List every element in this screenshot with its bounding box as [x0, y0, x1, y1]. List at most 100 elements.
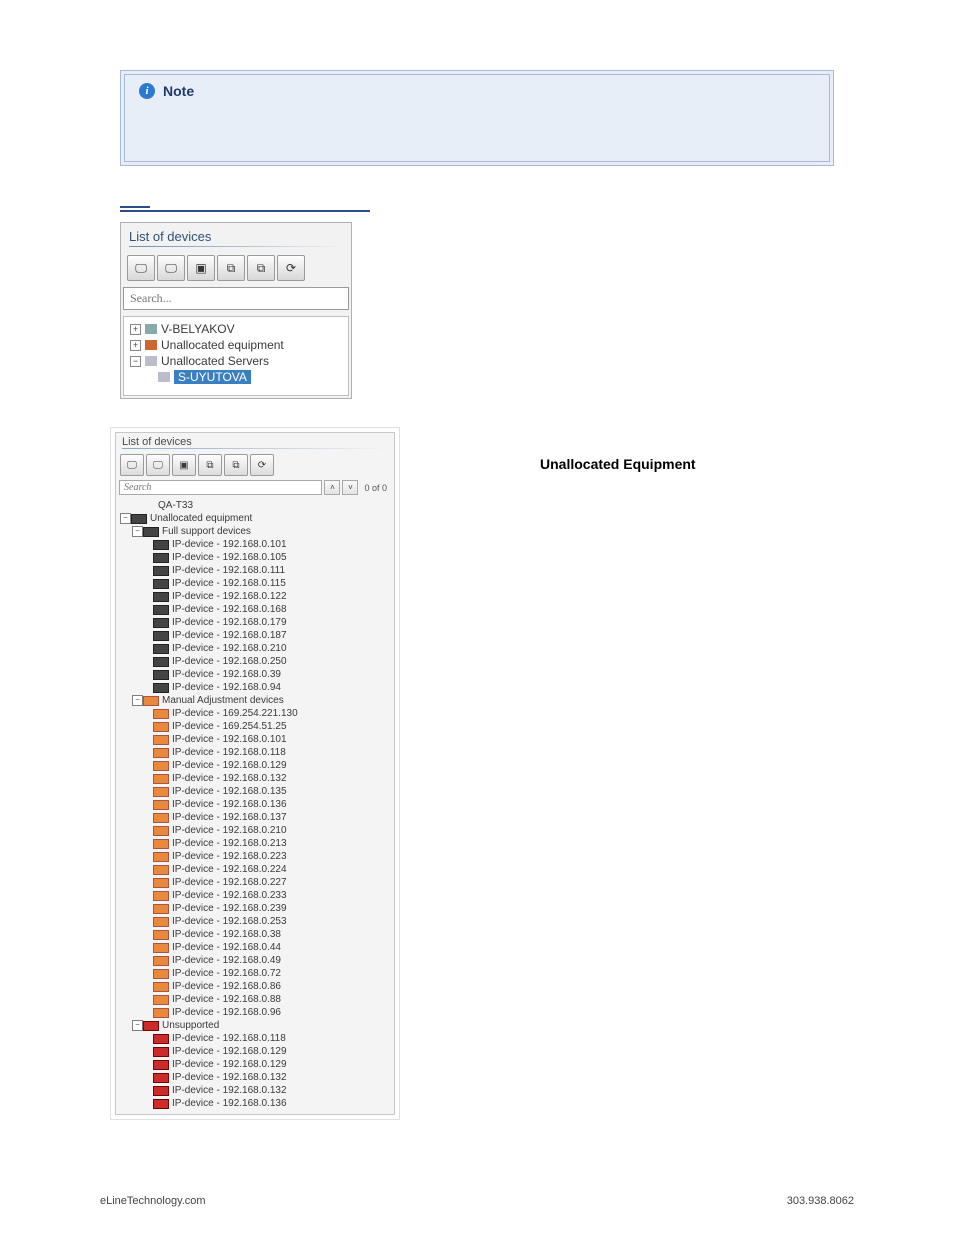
- device-icon: [153, 1086, 169, 1096]
- tree-item[interactable]: Unallocated equipment: [161, 338, 284, 352]
- tree-row[interactable]: IP-device - 192.168.0.129: [120, 1058, 390, 1071]
- tree-item-label: IP-device - 169.254.221.130: [172, 707, 390, 720]
- tree-row[interactable]: QA-T33: [120, 499, 390, 512]
- tree-item-label: IP-device - 192.168.0.136: [172, 798, 390, 811]
- tree-item-label: IP-device - 192.168.0.86: [172, 980, 390, 993]
- toolbar-button[interactable]: 🖵: [146, 454, 170, 476]
- expand-icon[interactable]: −: [132, 1020, 143, 1031]
- tree-row[interactable]: IP-device - 192.168.0.233: [120, 889, 390, 902]
- tree-item-label: IP-device - 192.168.0.213: [172, 837, 390, 850]
- tree-row[interactable]: IP-device - 192.168.0.187: [120, 629, 390, 642]
- toolbar: 🖵 🖵 ▣ ⧉ ⧉ ⟳: [116, 452, 394, 478]
- tree-item-label: IP-device - 192.168.0.88: [172, 993, 390, 1006]
- tree-row[interactable]: IP-device - 192.168.0.129: [120, 759, 390, 772]
- tree-item-label: IP-device - 192.168.0.101: [172, 538, 390, 551]
- device-icon: [143, 696, 159, 706]
- device-icon: [143, 1021, 159, 1031]
- tree-row[interactable]: IP-device - 192.168.0.168: [120, 603, 390, 616]
- device-icon: [153, 592, 169, 602]
- tree-row[interactable]: IP-device - 192.168.0.115: [120, 577, 390, 590]
- device-tree[interactable]: QA-T33−Unallocated equipment−Full suppor…: [116, 497, 394, 1114]
- tree-row[interactable]: −Unallocated equipment: [120, 512, 390, 525]
- toolbar-button[interactable]: ⧉: [224, 454, 248, 476]
- tree-row[interactable]: IP-device - 192.168.0.44: [120, 941, 390, 954]
- toolbar-button-2[interactable]: 🖵: [157, 255, 185, 281]
- tree-item-selected[interactable]: S-UYUTOVA: [174, 370, 251, 384]
- tree-row[interactable]: IP-device - 192.168.0.39: [120, 668, 390, 681]
- search-result-count: 0 of 0: [360, 480, 391, 495]
- tree-row[interactable]: IP-device - 192.168.0.94: [120, 681, 390, 694]
- toolbar-button-1[interactable]: 🖵: [127, 255, 155, 281]
- devices-panel-2: List of devices 🖵 🖵 ▣ ⧉ ⧉ ⟳ ˄ ˅ 0 of 0 Q…: [115, 432, 395, 1115]
- tree-row[interactable]: IP-device - 192.168.0.49: [120, 954, 390, 967]
- tree-row[interactable]: IP-device - 192.168.0.101: [120, 733, 390, 746]
- device-icon: [153, 956, 169, 966]
- tree-row[interactable]: IP-device - 192.168.0.250: [120, 655, 390, 668]
- tree-row[interactable]: IP-device - 192.168.0.213: [120, 837, 390, 850]
- tree-row[interactable]: IP-device - 192.168.0.132: [120, 1084, 390, 1097]
- expand-icon[interactable]: −: [132, 526, 143, 537]
- tree-row[interactable]: IP-device - 192.168.0.179: [120, 616, 390, 629]
- tree-row[interactable]: IP-device - 192.168.0.132: [120, 1071, 390, 1084]
- search-prev-button[interactable]: ˄: [324, 480, 340, 495]
- server-icon: [145, 324, 157, 334]
- tree-row[interactable]: IP-device - 192.168.0.136: [120, 798, 390, 811]
- tree-row[interactable]: −Unsupported: [120, 1019, 390, 1032]
- tree-row[interactable]: IP-device - 192.168.0.105: [120, 551, 390, 564]
- search-input[interactable]: [119, 480, 322, 495]
- tree-row[interactable]: IP-device - 192.168.0.137: [120, 811, 390, 824]
- tree-row[interactable]: IP-device - 192.168.0.122: [120, 590, 390, 603]
- tree-row[interactable]: IP-device - 192.168.0.136: [120, 1097, 390, 1110]
- tree-row[interactable]: IP-device - 192.168.0.129: [120, 1045, 390, 1058]
- toolbar-button[interactable]: ⟳: [250, 454, 274, 476]
- tree-item-label: IP-device - 192.168.0.135: [172, 785, 390, 798]
- toolbar-button-4[interactable]: ⧉: [217, 255, 245, 281]
- tree-item-label: IP-device - 192.168.0.129: [172, 759, 390, 772]
- device-tree[interactable]: +V-BELYAKOV +Unallocated equipment −Unal…: [123, 316, 349, 396]
- expand-icon[interactable]: −: [132, 695, 143, 706]
- tree-row[interactable]: IP-device - 192.168.0.210: [120, 824, 390, 837]
- device-icon: [153, 969, 169, 979]
- tree-row[interactable]: IP-device - 192.168.0.101: [120, 538, 390, 551]
- device-icon: [153, 852, 169, 862]
- toolbar-button[interactable]: ⧉: [198, 454, 222, 476]
- tree-row[interactable]: IP-device - 192.168.0.118: [120, 1032, 390, 1045]
- toolbar-button-6[interactable]: ⟳: [277, 255, 305, 281]
- expand-icon[interactable]: −: [120, 513, 131, 524]
- tree-item-label: IP-device - 192.168.0.105: [172, 551, 390, 564]
- device-icon: [153, 631, 169, 641]
- tree-item-label: IP-device - 192.168.0.72: [172, 967, 390, 980]
- info-icon: i: [139, 83, 155, 99]
- tree-row[interactable]: IP-device - 192.168.0.253: [120, 915, 390, 928]
- tree-row[interactable]: IP-device - 192.168.0.72: [120, 967, 390, 980]
- tree-row[interactable]: IP-device - 169.254.51.25: [120, 720, 390, 733]
- tree-row[interactable]: IP-device - 192.168.0.118: [120, 746, 390, 759]
- search-input[interactable]: [123, 287, 349, 310]
- tree-row[interactable]: IP-device - 192.168.0.86: [120, 980, 390, 993]
- tree-item[interactable]: V-BELYAKOV: [161, 322, 235, 336]
- tree-row[interactable]: IP-device - 192.168.0.135: [120, 785, 390, 798]
- tree-row[interactable]: −Manual Adjustment devices: [120, 694, 390, 707]
- tree-row[interactable]: IP-device - 192.168.0.210: [120, 642, 390, 655]
- toolbar-button-3[interactable]: ▣: [187, 255, 215, 281]
- tree-row[interactable]: IP-device - 192.168.0.88: [120, 993, 390, 1006]
- server-icon: [158, 372, 170, 382]
- toolbar-button[interactable]: 🖵: [120, 454, 144, 476]
- tree-item[interactable]: Unallocated Servers: [161, 354, 269, 368]
- toolbar-button[interactable]: ▣: [172, 454, 196, 476]
- tree-row[interactable]: IP-device - 192.168.0.111: [120, 564, 390, 577]
- toolbar-button-5[interactable]: ⧉: [247, 255, 275, 281]
- tree-row[interactable]: IP-device - 192.168.0.223: [120, 850, 390, 863]
- tree-row[interactable]: IP-device - 192.168.0.227: [120, 876, 390, 889]
- device-icon: [153, 930, 169, 940]
- tree-row[interactable]: IP-device - 169.254.221.130: [120, 707, 390, 720]
- tree-row[interactable]: −Full support devices: [120, 525, 390, 538]
- note-title: Note: [163, 83, 194, 99]
- device-icon: [153, 553, 169, 563]
- tree-row[interactable]: IP-device - 192.168.0.224: [120, 863, 390, 876]
- tree-row[interactable]: IP-device - 192.168.0.96: [120, 1006, 390, 1019]
- tree-row[interactable]: IP-device - 192.168.0.132: [120, 772, 390, 785]
- search-next-button[interactable]: ˅: [342, 480, 358, 495]
- tree-row[interactable]: IP-device - 192.168.0.38: [120, 928, 390, 941]
- tree-row[interactable]: IP-device - 192.168.0.239: [120, 902, 390, 915]
